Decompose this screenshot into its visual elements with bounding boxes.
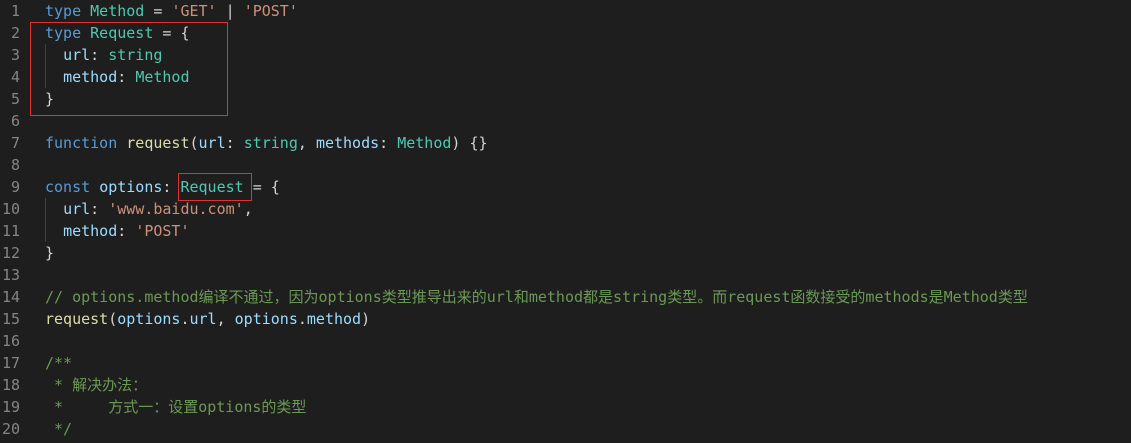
code-line[interactable]: 10 url: 'www.baidu.com',	[0, 198, 1131, 220]
code-token: ,	[297, 134, 316, 152]
line-number: 17	[1, 354, 20, 372]
line-number: 20	[1, 420, 20, 438]
code-token: // options.method编译不通过，因为options类型推导出来的u…	[45, 288, 1028, 306]
code-token: options	[99, 178, 163, 196]
code-token: .	[297, 310, 307, 328]
code-token: |	[216, 2, 244, 20]
code-text: // options.method编译不通过，因为options类型推导出来的u…	[45, 286, 1028, 308]
code-text: function request(url: string, methods: M…	[45, 132, 488, 154]
code-token: function	[45, 134, 118, 152]
code-token: url	[198, 134, 226, 152]
line-number: 6	[10, 112, 20, 130]
code-text: /**	[45, 352, 72, 374]
code-line[interactable]: 19 * 方式一：设置options的类型	[0, 396, 1131, 418]
line-number: 5	[10, 90, 20, 108]
code-token: request	[45, 310, 109, 328]
code-token: options	[117, 310, 181, 328]
code-token: )	[361, 310, 371, 328]
code-token: Method	[90, 2, 145, 20]
code-token: ,	[216, 310, 235, 328]
code-token: 'POST'	[243, 2, 298, 20]
code-token: method	[306, 310, 362, 328]
code-line[interactable]: 17 /**	[0, 352, 1131, 374]
line-number: 14	[1, 288, 20, 306]
code-token: * 解决办法：	[45, 376, 148, 394]
code-token: (	[189, 134, 199, 152]
code-token: methods	[315, 134, 380, 152]
code-line[interactable]: 16	[0, 330, 1131, 352]
line-number: 7	[10, 134, 20, 152]
code-line[interactable]: 20 */	[0, 418, 1131, 440]
code-line[interactable]: 13	[0, 264, 1131, 286]
highlight-box-request-type	[30, 22, 228, 116]
line-number: 8	[10, 156, 20, 174]
code-text: request(options.url, options.method)	[45, 308, 370, 330]
line-number: 16	[1, 332, 20, 350]
code-line[interactable]: 9 const options: Request = {	[0, 176, 1131, 198]
code-token: string	[243, 134, 298, 152]
code-token: :	[225, 134, 244, 152]
code-token: type	[45, 2, 82, 20]
code-line[interactable]: 11 method: 'POST'	[0, 220, 1131, 242]
line-number: 12	[1, 244, 20, 262]
line-number: 2	[10, 24, 20, 42]
line-number: 10	[1, 200, 20, 218]
highlight-box-request-annotation	[178, 173, 252, 201]
code-text: * 方式一：设置options的类型	[45, 396, 306, 418]
code-token: Method	[397, 134, 452, 152]
code-token: .	[180, 310, 190, 328]
line-number: 1	[10, 2, 20, 20]
code-text: type Method = 'GET' | 'POST'	[45, 0, 298, 22]
code-line[interactable]: 7 function request(url: string, methods: …	[0, 132, 1131, 154]
code-token: =	[144, 2, 172, 20]
code-token: ,	[243, 200, 253, 218]
code-line[interactable]: 18 * 解决办法：	[0, 374, 1131, 396]
code-line[interactable]: 8	[0, 154, 1131, 176]
code-token: 'www.baidu.com'	[108, 200, 244, 218]
code-text: */	[45, 418, 72, 440]
line-number: 18	[1, 376, 20, 394]
code-line[interactable]: 1 type Method = 'GET' | 'POST'	[0, 0, 1131, 22]
code-text: }	[45, 242, 54, 264]
code-token: :	[379, 134, 398, 152]
code-token: request	[126, 134, 190, 152]
code-token: :	[90, 200, 109, 218]
code-token: 'GET'	[171, 2, 217, 20]
line-number: 9	[10, 178, 20, 196]
code-line[interactable]: 15 request(options.url, options.method)	[0, 308, 1131, 330]
code-line[interactable]: 14 // options.method编译不通过，因为options类型推导出来…	[0, 286, 1131, 308]
code-token: (	[108, 310, 118, 328]
code-token: ) {}	[451, 134, 488, 152]
code-text: method: 'POST'	[45, 220, 190, 242]
line-number: 13	[1, 266, 20, 284]
code-token: method	[63, 222, 118, 240]
code-token: * 方式一：设置options的类型	[45, 398, 307, 416]
code-token: url	[63, 200, 91, 218]
code-token: }	[45, 244, 55, 262]
code-token: url	[189, 310, 217, 328]
code-editor[interactable]: 1 type Method = 'GET' | 'POST' 2 type Reque…	[0, 0, 1131, 443]
line-number: 4	[10, 68, 20, 86]
code-token: */	[45, 420, 73, 438]
line-number: 11	[1, 222, 20, 240]
code-text: * 解决办法：	[45, 374, 147, 396]
line-number: 3	[10, 46, 20, 64]
code-token: const	[45, 178, 91, 196]
code-line[interactable]: 12}	[0, 242, 1131, 264]
line-number: 19	[1, 398, 20, 416]
line-number: 15	[1, 310, 20, 328]
code-token: /**	[45, 354, 73, 372]
code-token: 'POST'	[135, 222, 190, 240]
code-token: :	[117, 222, 136, 240]
code-token: options	[234, 310, 298, 328]
code-text: url: 'www.baidu.com',	[45, 198, 253, 220]
